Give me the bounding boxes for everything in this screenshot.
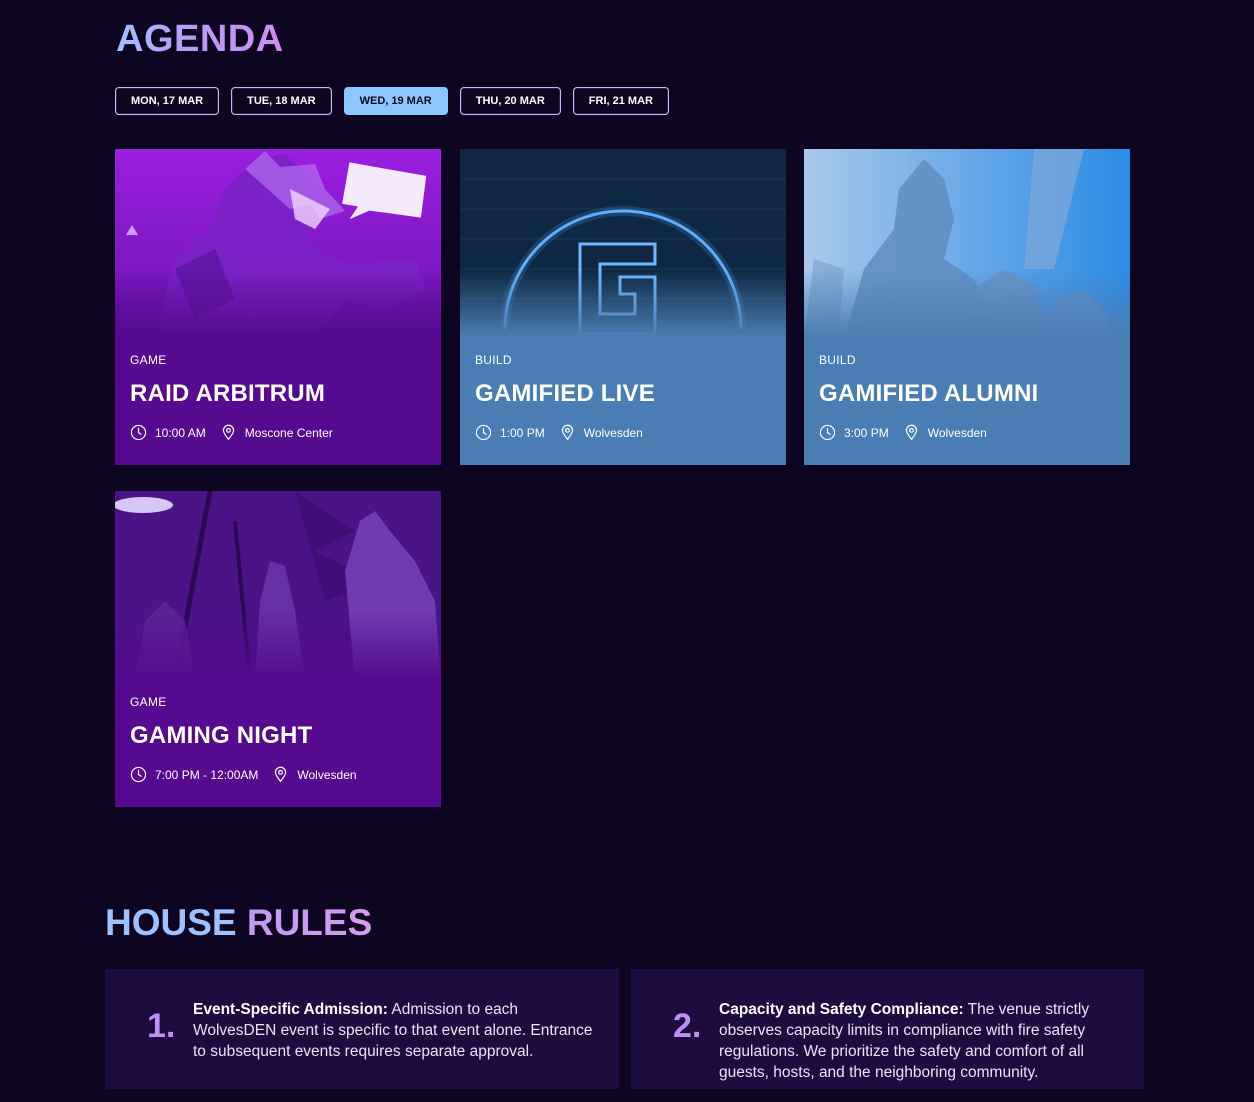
- clock-icon: [819, 424, 836, 441]
- house-rules-title-word2: RULES: [246, 902, 373, 943]
- event-time: 1:00 PM: [500, 425, 545, 440]
- tab-wed-19-mar[interactable]: WED, 19 MAR: [343, 87, 448, 115]
- house-rules-title-word1: HOUSE: [105, 902, 237, 943]
- rule-text: Capacity and Safety Compliance: The venu…: [719, 999, 1104, 1083]
- event-card-gamified-alumni[interactable]: BUILD GAMIFIED ALUMNI 3:00 PM Wolvesden: [804, 149, 1130, 465]
- event-card-raid-arbitrum[interactable]: GAME RAID ARBITRUM 10:00 AM Moscone Cent…: [115, 149, 441, 465]
- rule-number: 1.: [147, 1007, 176, 1045]
- tab-fri-21-mar[interactable]: FRI, 21 MAR: [572, 87, 669, 115]
- event-time: 10:00 AM: [155, 425, 206, 440]
- event-title: GAMIFIED ALUMNI: [819, 380, 1039, 407]
- event-location: Wolvesden: [583, 425, 643, 440]
- event-meta: 7:00 PM - 12:00AM Wolvesden: [130, 766, 357, 783]
- rule-card-2: 2. Capacity and Safety Compliance: The v…: [631, 969, 1144, 1089]
- event-title: RAID ARBITRUM: [130, 380, 326, 407]
- rule-number: 2.: [673, 1007, 702, 1045]
- clock-icon: [130, 424, 147, 441]
- tab-mon-17-mar[interactable]: MON, 17 MAR: [115, 87, 220, 115]
- rule-heading: Capacity and Safety Compliance:: [719, 1001, 964, 1018]
- tab-thu-20-mar[interactable]: THU, 20 MAR: [459, 87, 561, 115]
- map-pin-icon: [220, 424, 237, 441]
- event-meta: 10:00 AM Moscone Center: [130, 424, 333, 441]
- event-time: 7:00 PM - 12:00AM: [155, 767, 259, 782]
- event-meta: 3:00 PM Wolvesden: [819, 424, 987, 441]
- rule-text: Event-Specific Admission: Admission to e…: [193, 999, 603, 1062]
- event-location: Wolvesden: [927, 425, 987, 440]
- rule-heading: Event-Specific Admission:: [193, 1001, 388, 1018]
- event-category: BUILD: [819, 353, 856, 367]
- clock-icon: [475, 424, 492, 441]
- event-location: Moscone Center: [244, 425, 333, 440]
- agenda-title: AGENDA: [116, 18, 284, 60]
- event-category: BUILD: [475, 353, 512, 367]
- map-pin-icon: [559, 424, 576, 441]
- event-category: GAME: [130, 695, 167, 709]
- map-pin-icon: [903, 424, 920, 441]
- tab-tue-18-mar[interactable]: TUE, 18 MAR: [231, 87, 332, 115]
- event-meta: 1:00 PM Wolvesden: [475, 424, 643, 441]
- event-card-gaming-night[interactable]: GAME GAMING NIGHT 7:00 PM - 12:00AM Wolv…: [115, 491, 441, 807]
- event-title: GAMING NIGHT: [130, 722, 313, 749]
- event-title: GAMIFIED LIVE: [475, 380, 655, 407]
- house-rules-title: HOUSE RULES: [105, 902, 372, 944]
- event-card-gamified-live[interactable]: BUILD GAMIFIED LIVE 1:00 PM Wolvesden: [460, 149, 786, 465]
- event-time: 3:00 PM: [844, 425, 889, 440]
- event-category: GAME: [130, 353, 167, 367]
- map-pin-icon: [272, 766, 289, 783]
- date-tabs: MON, 17 MAR TUE, 18 MAR WED, 19 MAR THU,…: [115, 87, 669, 115]
- rule-card-1: 1. Event-Specific Admission: Admission t…: [105, 969, 619, 1089]
- clock-icon: [130, 766, 147, 783]
- event-location: Wolvesden: [297, 767, 357, 782]
